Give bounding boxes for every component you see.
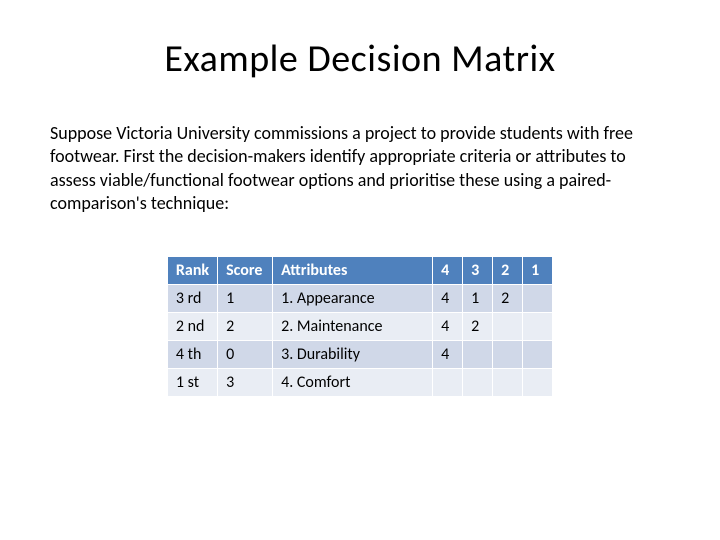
table-header-row: Rank Score Attributes 4 3 2 1 (167, 256, 552, 284)
header-col-3: 3 (463, 256, 493, 284)
cell-attr: 2. Maintenance (273, 312, 433, 340)
cell-score: 2 (218, 312, 273, 340)
cell-c3 (463, 368, 493, 396)
decision-matrix-table: Rank Score Attributes 4 3 2 1 3 rd 1 1. … (167, 256, 553, 397)
header-attributes: Attributes (273, 256, 433, 284)
cell-rank: 1 st (167, 368, 217, 396)
table-row: 2 nd 2 2. Maintenance 4 2 (167, 312, 552, 340)
table-row: 3 rd 1 1. Appearance 4 1 2 (167, 284, 552, 312)
cell-attr: 1. Appearance (273, 284, 433, 312)
header-col-4: 4 (433, 256, 463, 284)
cell-c1 (523, 368, 553, 396)
cell-c2 (493, 368, 523, 396)
cell-c3 (463, 340, 493, 368)
cell-rank: 4 th (167, 340, 217, 368)
page-title: Example Decision Matrix (50, 36, 670, 82)
cell-c3: 1 (463, 284, 493, 312)
header-col-1: 1 (523, 256, 553, 284)
cell-c2 (493, 340, 523, 368)
cell-rank: 3 rd (167, 284, 217, 312)
header-col-2: 2 (493, 256, 523, 284)
decision-matrix-wrap: Rank Score Attributes 4 3 2 1 3 rd 1 1. … (50, 256, 670, 397)
header-rank: Rank (167, 256, 217, 284)
cell-c1 (523, 312, 553, 340)
cell-c3: 2 (463, 312, 493, 340)
cell-score: 3 (218, 368, 273, 396)
cell-c4: 4 (433, 340, 463, 368)
cell-c4: 4 (433, 284, 463, 312)
header-score: Score (218, 256, 273, 284)
cell-attr: 3. Durability (273, 340, 433, 368)
cell-attr: 4. Comfort (273, 368, 433, 396)
cell-c2: 2 (493, 284, 523, 312)
cell-c4: 4 (433, 312, 463, 340)
cell-score: 0 (218, 340, 273, 368)
cell-c1 (523, 284, 553, 312)
intro-paragraph: Suppose Victoria University commissions … (50, 122, 670, 216)
cell-c1 (523, 340, 553, 368)
table-row: 4 th 0 3. Durability 4 (167, 340, 552, 368)
cell-c4 (433, 368, 463, 396)
cell-score: 1 (218, 284, 273, 312)
cell-rank: 2 nd (167, 312, 217, 340)
cell-c2 (493, 312, 523, 340)
table-row: 1 st 3 4. Comfort (167, 368, 552, 396)
